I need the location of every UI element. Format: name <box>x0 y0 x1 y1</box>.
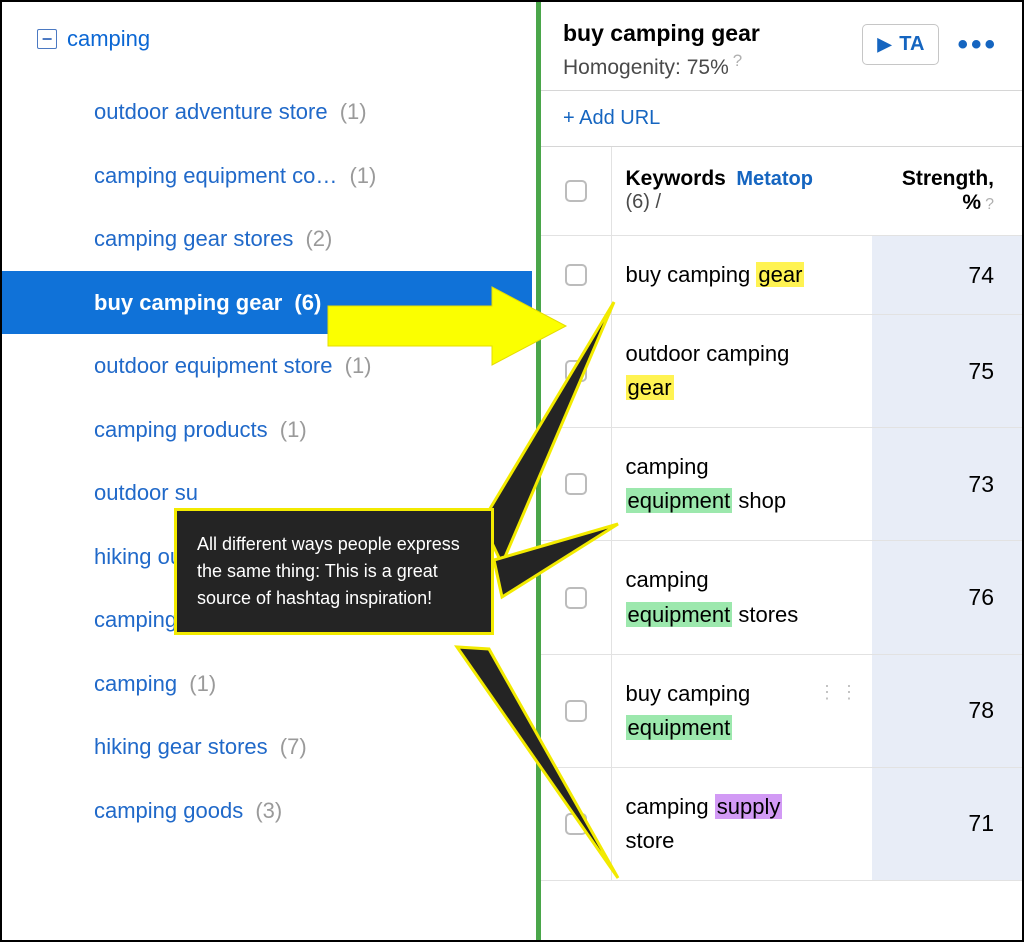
keyword-cell[interactable]: buy camping equipment⋮⋮ <box>611 654 872 767</box>
tree-item-count: (7) <box>268 734 307 759</box>
table-row: camping equipment shop73 <box>541 428 1022 541</box>
tree-item-label: hiking gear stores <box>94 734 268 759</box>
tree-item[interactable]: buy camping gear (6) <box>2 271 532 335</box>
tree-item-label: camping goods <box>94 798 243 823</box>
tree-item[interactable]: camping equipment co… (1) <box>2 144 532 208</box>
table-row: buy camping equipment⋮⋮78 <box>541 654 1022 767</box>
collapse-icon[interactable]: − <box>37 29 57 49</box>
table-row: buy camping gear74 <box>541 236 1022 315</box>
help-icon[interactable]: ? <box>729 51 742 70</box>
tree-item[interactable]: outdoor equipment store (1) <box>2 334 532 398</box>
more-menu-icon[interactable]: ••• <box>939 30 1006 60</box>
keywords-table: Keywords Metatop (6) / Strength, %? buy … <box>541 147 1022 881</box>
tree-root-label: camping <box>67 26 150 52</box>
tree-item[interactable]: camping products (1) <box>2 398 532 462</box>
table-row: outdoor camping gear75 <box>541 315 1022 428</box>
tree-item-count: (1) <box>333 353 372 378</box>
tree-item[interactable]: camping (1) <box>2 652 532 716</box>
row-checkbox[interactable] <box>565 700 587 722</box>
strength-cell: 76 <box>872 541 1022 654</box>
row-checkbox[interactable] <box>565 360 587 382</box>
tree-item-label: outdoor su <box>94 480 198 505</box>
keyword-detail-panel: buy camping gear Homogenity: 75%? ▶ TA •… <box>536 2 1022 940</box>
strength-cell: 73 <box>872 428 1022 541</box>
table-row: camping equipment stores76 <box>541 541 1022 654</box>
tree-item-count: (1) <box>328 99 367 124</box>
tree-item-count: (6) <box>282 290 321 315</box>
drag-handle-icon[interactable]: ⋮⋮ <box>818 687 862 698</box>
help-icon[interactable]: ? <box>981 196 994 213</box>
tree-item-label: camping <box>94 671 177 696</box>
strength-cell: 78 <box>872 654 1022 767</box>
tree-item-count: (1) <box>177 671 216 696</box>
keyword-cell[interactable]: camping supply store <box>611 767 872 880</box>
row-checkbox[interactable] <box>565 473 587 495</box>
row-checkbox[interactable] <box>565 587 587 609</box>
tree-item-count: (3) <box>243 798 282 823</box>
keyword-cell[interactable]: buy camping gear <box>611 236 872 315</box>
strength-cell: 71 <box>872 767 1022 880</box>
tree-item-count: (1) <box>337 163 376 188</box>
keyword-cell[interactable]: outdoor camping gear <box>611 315 872 428</box>
tree-item[interactable]: camping gear stores (2) <box>2 207 532 271</box>
play-icon: ▶ <box>877 34 891 55</box>
tree-item-label: outdoor equipment store <box>94 353 333 378</box>
tree-item-label: outdoor adventure store <box>94 99 328 124</box>
tree-item-label: camping equipment co… <box>94 163 337 188</box>
keyword-cell[interactable]: camping equipment shop <box>611 428 872 541</box>
metatop-link[interactable]: Metatop <box>730 168 813 190</box>
tree-root[interactable]: − camping <box>2 20 532 58</box>
tree-item-count: (2) <box>293 226 332 251</box>
strength-cell: 74 <box>872 236 1022 315</box>
tree-item[interactable]: camping goods (3) <box>2 779 532 843</box>
keyword-tree-panel: − camping outdoor adventure store (1)cam… <box>2 2 532 940</box>
tree-item[interactable]: hiking gear stores (7) <box>2 715 532 779</box>
keyword-cell[interactable]: camping equipment stores <box>611 541 872 654</box>
keywords-header[interactable]: Keywords Metatop (6) / <box>611 147 872 236</box>
tree-item-label: camping products <box>94 417 268 442</box>
detail-title: buy camping gear <box>563 20 862 47</box>
row-checkbox[interactable] <box>565 264 587 286</box>
ta-button[interactable]: ▶ TA <box>862 24 939 65</box>
strength-cell: 75 <box>872 315 1022 428</box>
homogenity-label: Homogenity: 75%? <box>563 47 862 80</box>
strength-header[interactable]: Strength, %? <box>873 167 994 215</box>
tree-item[interactable]: outdoor adventure store (1) <box>2 80 532 144</box>
tree-item-label: camping gear stores <box>94 226 293 251</box>
add-url-button[interactable]: + Add URL <box>541 91 1022 147</box>
tree-item-count <box>198 480 204 505</box>
tree-item-label: buy camping gear <box>94 290 282 315</box>
tree-item-count: (1) <box>268 417 307 442</box>
select-all-checkbox[interactable] <box>565 180 587 202</box>
annotation-callout: All different ways people express the sa… <box>174 508 494 635</box>
row-checkbox[interactable] <box>565 813 587 835</box>
table-row: camping supply store71 <box>541 767 1022 880</box>
